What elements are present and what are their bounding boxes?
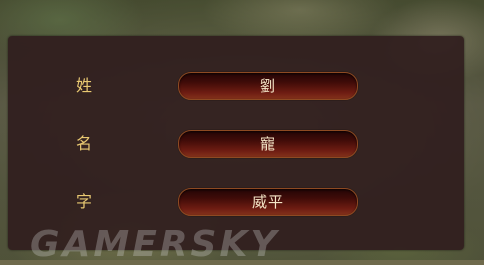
surname-field[interactable]: 劉: [178, 72, 358, 100]
courtesy-name-field[interactable]: 威平: [178, 188, 358, 216]
given-name-row: 名 寵: [8, 130, 464, 158]
given-name-label: 名: [75, 134, 92, 153]
surname-row: 姓 劉: [8, 72, 464, 100]
name-entry-panel: 姓 劉 名 寵 字 威平: [8, 36, 464, 250]
given-name-field[interactable]: 寵: [178, 130, 358, 158]
courtesy-name-row: 字 威平: [8, 188, 464, 216]
surname-label: 姓: [75, 76, 92, 95]
courtesy-name-label: 字: [75, 192, 92, 211]
site-watermark: GAMERSKY: [30, 224, 280, 265]
